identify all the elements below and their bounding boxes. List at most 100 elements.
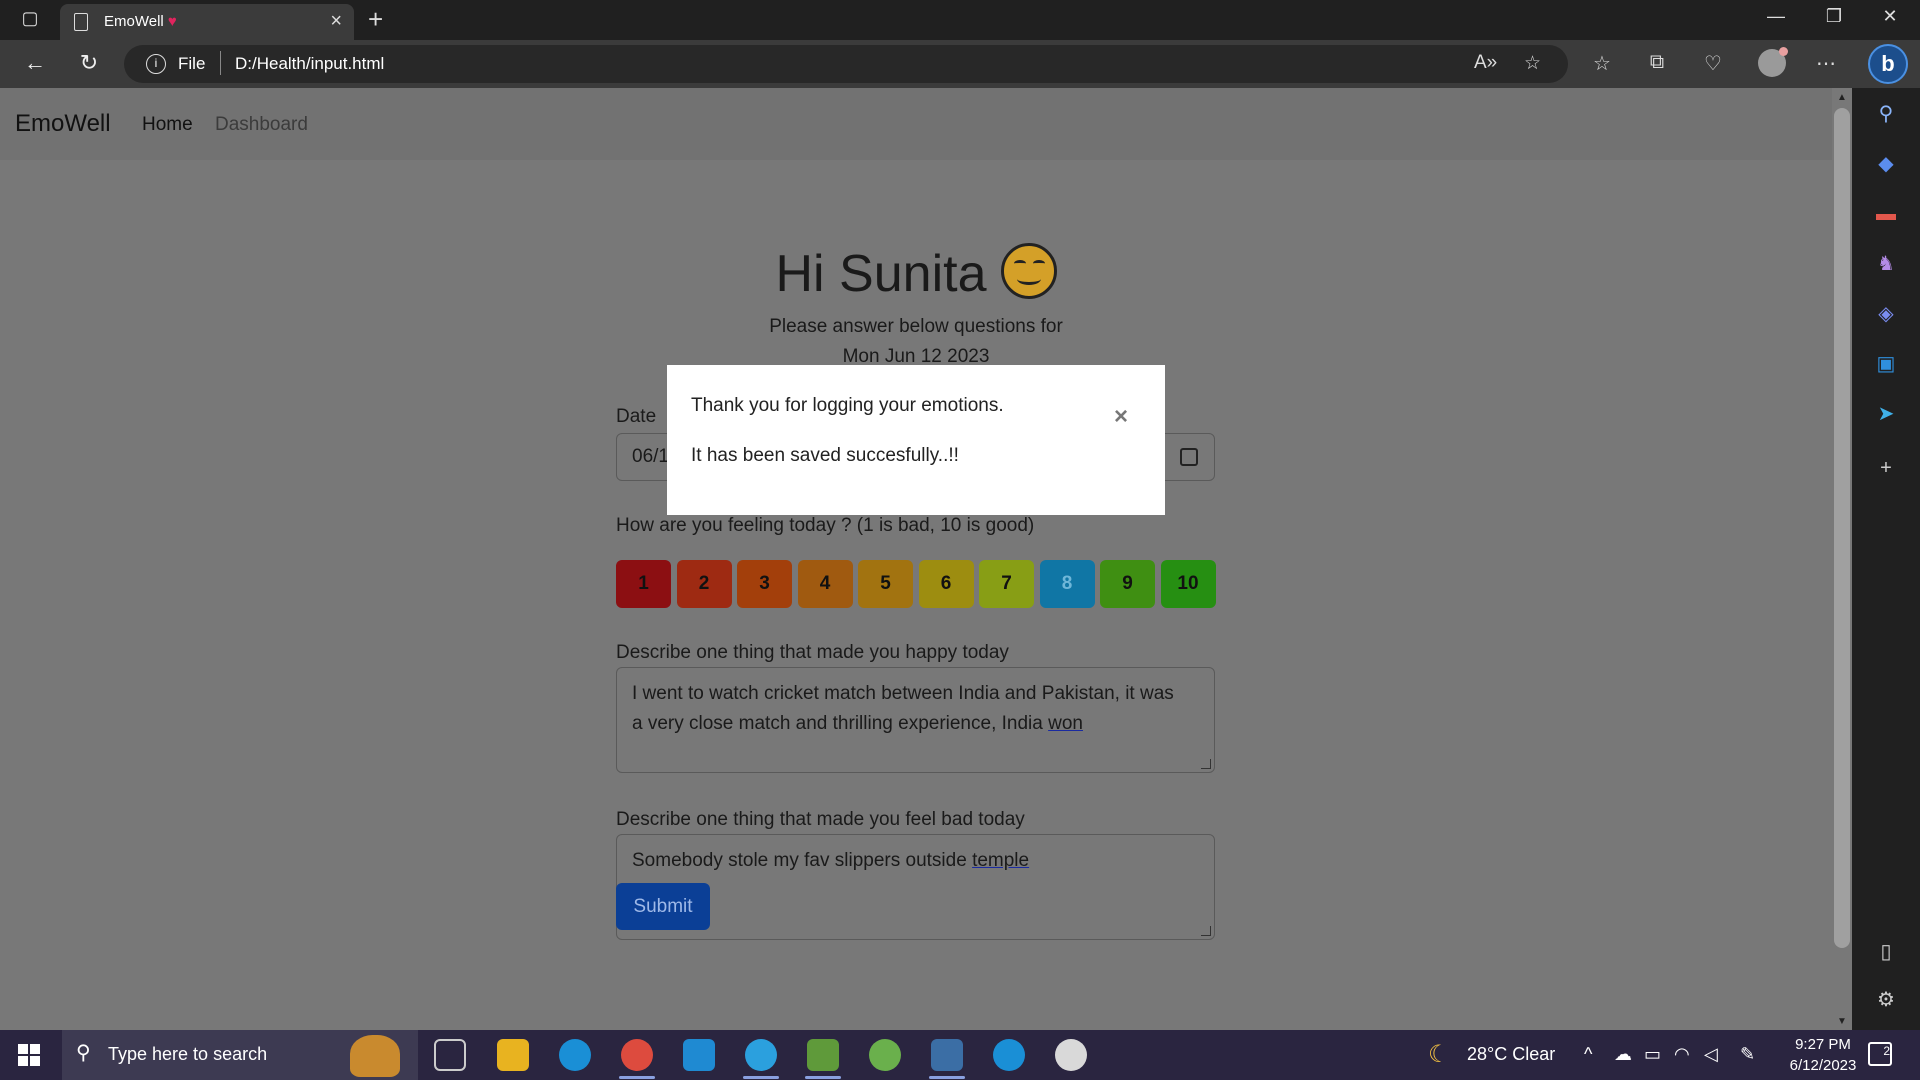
calendar-icon[interactable] (1180, 448, 1198, 466)
mood-button-6[interactable]: 6 (918, 560, 974, 608)
profile-avatar[interactable] (1758, 47, 1788, 77)
notification-count: 2 (1883, 1044, 1890, 1058)
nav-home-link[interactable]: Home (142, 114, 193, 136)
confirmation-modal: Thank you for logging your emotions. It … (667, 365, 1165, 515)
mood-question: How are you feeling today ? (1 is bad, 1… (616, 515, 1035, 536)
subtitle-line1: Please answer below questions for (769, 316, 1063, 337)
greeting-heading: Hi Sunita (0, 243, 1832, 304)
happy-text-line2: a very close match and thrilling experie… (632, 713, 1049, 734)
games-icon[interactable]: ♞ (1874, 252, 1898, 276)
pen-icon[interactable]: ✎ (1740, 1044, 1755, 1065)
active-indicator (743, 1076, 779, 1079)
page-viewport: EmoWell Home Dashboard Hi Sunita Please … (0, 88, 1832, 1030)
windows-start-icon[interactable] (18, 1044, 40, 1066)
scroll-up-arrow[interactable]: ▲ (1832, 92, 1852, 103)
send-icon[interactable]: ➤ (1874, 402, 1898, 426)
resize-handle[interactable] (1201, 759, 1211, 769)
smiling-face-icon (1000, 243, 1057, 299)
edge-icon[interactable] (559, 1039, 591, 1071)
info-icon[interactable]: i (146, 54, 166, 74)
system-clock[interactable]: 9:27 PM 6/12/2023 (1768, 1034, 1878, 1076)
bing-chat-icon[interactable]: b (1868, 44, 1908, 84)
site-navbar: EmoWell Home Dashboard (0, 88, 1832, 160)
add-icon[interactable]: + (1874, 456, 1898, 480)
favorite-star-icon[interactable]: ☆ (1524, 52, 1541, 75)
happy-text-line1: I went to watch cricket match between In… (632, 683, 1174, 704)
mood-button-3[interactable]: 3 (737, 560, 792, 608)
weather-moon-icon[interactable]: ☾ (1428, 1040, 1450, 1069)
tab-actions-icon[interactable]: ▢ (16, 8, 44, 32)
edge-active-icon[interactable] (745, 1039, 777, 1071)
active-indicator (619, 1076, 655, 1079)
paint-icon[interactable] (1055, 1039, 1087, 1071)
split-view-icon[interactable]: ▯ (1874, 940, 1898, 964)
modal-close-icon[interactable]: × (1114, 403, 1128, 431)
close-window-button[interactable]: ✕ (1862, 6, 1918, 27)
mood-button-1[interactable]: 1 (616, 560, 671, 608)
restore-button[interactable]: ❐ (1806, 6, 1862, 27)
back-icon[interactable]: ← (20, 50, 50, 76)
bad-text: Somebody stole my fav slippers outside (632, 850, 973, 871)
scroll-down-arrow[interactable]: ▼ (1832, 1016, 1852, 1027)
tab-title: EmoWell ♥ (104, 13, 177, 30)
spellcheck-word: temple (972, 850, 1030, 871)
collections-icon[interactable]: ⧉ (1643, 51, 1671, 74)
search-highlight-cat-icon[interactable] (350, 1035, 400, 1077)
tab-close-icon[interactable]: × (330, 10, 342, 33)
onedrive-icon[interactable]: ☁ (1614, 1044, 1632, 1065)
mood-button-5[interactable]: 5 (858, 560, 913, 608)
notification-icon[interactable]: 2 (1868, 1042, 1892, 1066)
vscode-icon[interactable] (683, 1039, 715, 1071)
happy-textarea[interactable]: I went to watch cricket match between In… (616, 667, 1215, 773)
more-options-icon[interactable]: ⋯ (1812, 51, 1840, 76)
task-view-icon[interactable] (434, 1039, 466, 1071)
favorites-icon[interactable]: ☆ (1588, 51, 1616, 76)
submit-button[interactable]: Submit (616, 883, 710, 930)
weather-text[interactable]: 28°C Clear (1467, 1044, 1555, 1065)
brand-logo[interactable]: EmoWell (15, 110, 111, 138)
browser-toolbar: ← ↻ i File D:/Health/input.html A» ☆ ☆ ⧉… (0, 40, 1920, 88)
spring-icon[interactable] (869, 1039, 901, 1071)
search-icon[interactable]: ⚲ (1874, 102, 1898, 126)
address-bar[interactable]: i File D:/Health/input.html A» ☆ (124, 45, 1568, 83)
url-text[interactable]: D:/Health/input.html (235, 54, 384, 74)
mood-button-9[interactable]: 9 (1100, 560, 1155, 608)
browser-tab[interactable]: EmoWell ♥ × (60, 4, 354, 40)
mood-button-4[interactable]: 4 (797, 560, 853, 608)
outlook-icon[interactable]: ▣ (1874, 352, 1898, 376)
volume-icon[interactable]: ◁ (1704, 1044, 1718, 1065)
date-value: 06/1 (632, 446, 669, 467)
battery-icon[interactable]: ▭ (1644, 1044, 1661, 1065)
mood-scale: 1 2 3 4 5 6 7 8 9 10 (616, 560, 1216, 608)
workbench-icon[interactable] (931, 1039, 963, 1071)
resize-handle[interactable] (1201, 926, 1211, 936)
wifi-icon[interactable]: ◠ (1674, 1044, 1690, 1065)
health-icon[interactable]: ♡ (1699, 51, 1727, 76)
search-placeholder: Type here to search (108, 1044, 268, 1064)
new-tab-button[interactable]: + (368, 4, 383, 35)
read-aloud-icon[interactable]: A» (1474, 52, 1497, 74)
mood-button-8[interactable]: 8 (1039, 560, 1095, 608)
tools-icon[interactable]: ▬ (1874, 202, 1898, 226)
office-icon[interactable]: ◈ (1874, 302, 1898, 326)
mood-button-7[interactable]: 7 (979, 560, 1034, 608)
edge-beta-icon[interactable] (993, 1039, 1025, 1071)
spellcheck-word: won (1048, 713, 1083, 734)
chrome-icon[interactable] (621, 1039, 653, 1071)
taskbar-search[interactable]: ⚲ Type here to search (62, 1030, 418, 1080)
file-explorer-icon[interactable] (497, 1039, 529, 1071)
mood-button-10[interactable]: 10 (1160, 560, 1216, 608)
scrollbar-thumb[interactable] (1834, 108, 1850, 948)
shopping-tag-icon[interactable]: ◆ (1874, 152, 1898, 176)
minimize-button[interactable]: — (1748, 6, 1804, 27)
divider (220, 51, 221, 75)
clock-date: 6/12/2023 (1789, 1057, 1857, 1074)
settings-gear-icon[interactable]: ⚙ (1874, 988, 1898, 1012)
show-hidden-icons[interactable]: ^ (1584, 1044, 1592, 1065)
nav-dashboard-link[interactable]: Dashboard (215, 114, 308, 136)
refresh-icon[interactable]: ↻ (74, 50, 104, 76)
bad-label: Describe one thing that made you feel ba… (616, 809, 1025, 830)
modal-message-saved: It has been saved succesfully..!! (691, 445, 959, 466)
app-icon[interactable] (807, 1039, 839, 1071)
mood-button-2[interactable]: 2 (676, 560, 732, 608)
